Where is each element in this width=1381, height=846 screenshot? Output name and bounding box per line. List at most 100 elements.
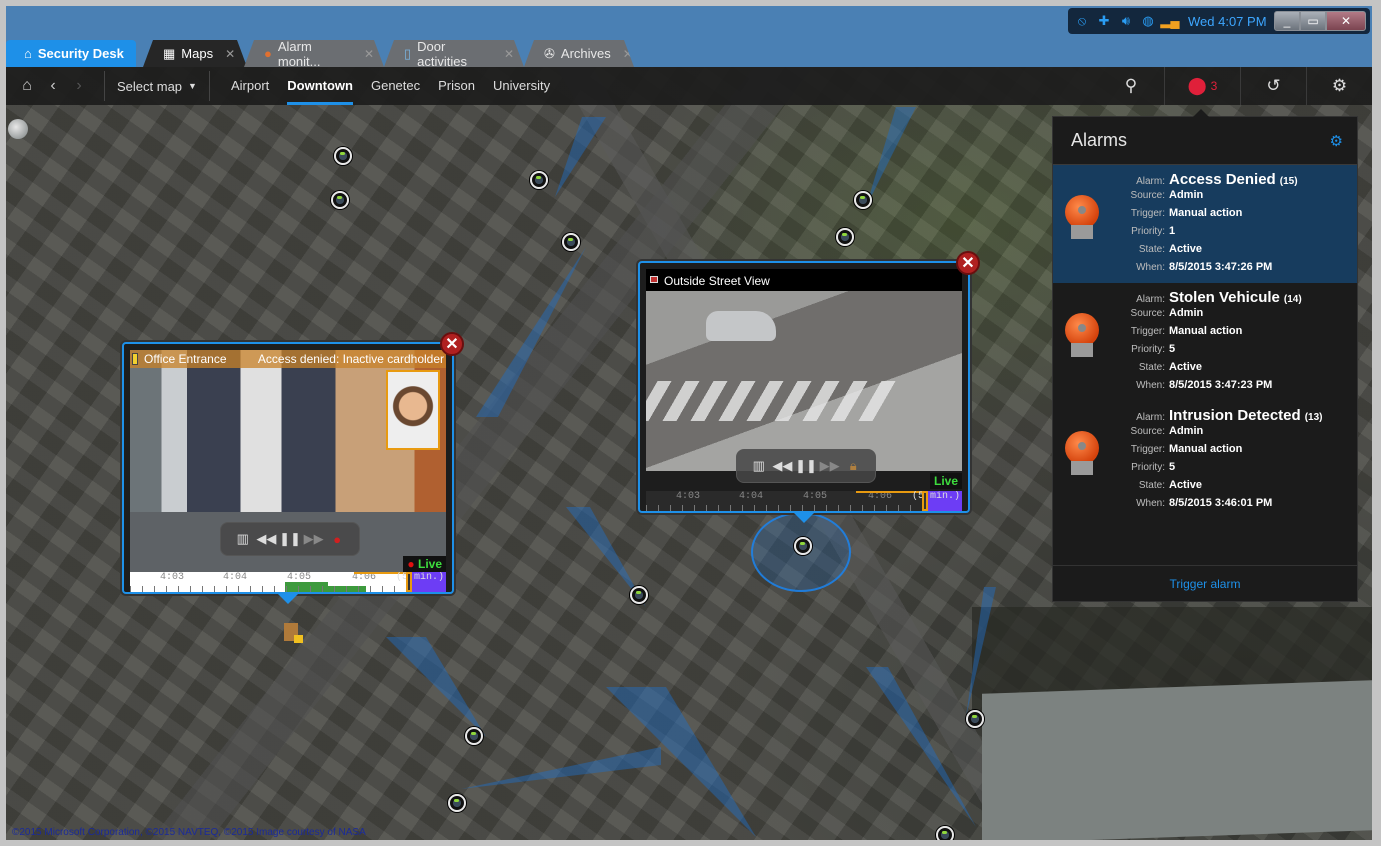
map-tab-prison[interactable]: Prison <box>438 67 475 105</box>
close-tile-button[interactable]: ✕ <box>956 251 980 275</box>
alarm-when: 8/5/2015 3:47:23 PM <box>1169 379 1273 391</box>
alarm-when: 8/5/2015 3:47:26 PM <box>1169 261 1273 273</box>
film-icon[interactable]: ▥ <box>748 458 770 474</box>
tab-security-desk[interactable]: ⌂ Security Desk <box>6 40 136 67</box>
tab-archives[interactable]: ✇ Archives ✕ <box>524 40 634 67</box>
close-tab-icon[interactable]: ✕ <box>504 47 514 61</box>
camera-icon[interactable] <box>836 228 854 246</box>
field-label: State: <box>1138 480 1165 491</box>
select-map-label: Select map <box>117 78 183 94</box>
map-tab-downtown[interactable]: Downtown <box>287 67 353 105</box>
camera-icon[interactable] <box>794 537 812 555</box>
close-tab-icon[interactable]: ✕ <box>364 47 374 61</box>
camera-icon[interactable] <box>334 147 352 165</box>
history-button[interactable]: ↺ <box>1240 67 1306 105</box>
camera-icon[interactable] <box>854 191 872 209</box>
timeline-cursor[interactable] <box>922 491 928 511</box>
settings-button[interactable]: ⚙ <box>1306 67 1372 105</box>
video-tile-outside-street-view[interactable]: Outside Street View ▥ ◀◀ ❚❚ ▶▶ 🔒︎ Live 4… <box>638 251 980 523</box>
alarm-state: Active <box>1169 243 1203 255</box>
trigger-alarm-link[interactable]: Trigger alarm <box>1053 565 1357 601</box>
live-indicator: ● Live <box>403 556 446 572</box>
alarm-source: Admin <box>1169 425 1204 437</box>
rewind-icon[interactable]: ◀◀ <box>255 531 277 547</box>
alarm-item[interactable]: Alarm: Stolen Vehicule (14) Source: Admin T… <box>1053 283 1357 401</box>
timeline-label: 4:05 <box>803 491 828 502</box>
camera-icon[interactable] <box>448 794 466 812</box>
alarms-settings-gear-icon[interactable]: ⚙ <box>1330 132 1343 150</box>
fast-forward-icon[interactable]: ▶▶ <box>819 458 841 474</box>
camera-icon[interactable] <box>966 710 984 728</box>
minimize-button[interactable]: _ <box>1274 11 1300 31</box>
pause-icon[interactable]: ❚❚ <box>795 458 817 474</box>
home-icon[interactable]: ⌂ <box>14 77 40 95</box>
timeline-label: 4:03 <box>676 491 701 502</box>
timeline-label: (5 min.) <box>911 491 960 502</box>
camera-icon[interactable] <box>331 191 349 209</box>
back-icon[interactable]: ‹ <box>40 77 66 95</box>
close-window-button[interactable]: ✕ <box>1326 11 1366 31</box>
close-tab-icon[interactable]: ✕ <box>623 47 633 61</box>
network-blocked-icon[interactable]: ⦸ <box>1074 13 1090 29</box>
pause-icon[interactable]: ❚❚ <box>279 531 301 547</box>
tile-pointer <box>792 511 816 523</box>
field-label: Alarm: <box>1136 412 1165 423</box>
timeline-cursor[interactable] <box>406 572 412 592</box>
tab-label: Archives <box>560 46 611 61</box>
camera-fov <box>461 747 661 789</box>
alarm-source: Admin <box>1169 189 1204 201</box>
search-button[interactable]: ⚲ <box>1098 67 1164 105</box>
separator <box>208 71 210 101</box>
globe-icon[interactable]: ◍ <box>1140 13 1156 29</box>
speaker-icon[interactable]: 🔊︎ <box>1118 13 1134 29</box>
system-tray: ⦸ ✚ 🔊︎ ◍ ▂▄ Wed 4:07 PM _ ▭ ✕ <box>1068 8 1370 34</box>
tab-alarm-monitoring[interactable]: ● Alarm monit... ✕ <box>244 40 384 67</box>
timeline[interactable]: 4:03 4:04 4:05 4:06 (5 min.) <box>130 572 446 592</box>
camera-icon[interactable] <box>562 233 580 251</box>
camera-fov <box>866 107 916 207</box>
map-tab-genetec[interactable]: Genetec <box>371 67 420 105</box>
tab-label: Maps <box>181 46 214 61</box>
camera-icon[interactable] <box>465 727 483 745</box>
map-tab-university[interactable]: University <box>493 67 550 105</box>
lock-icon[interactable]: 🔒︎ <box>842 458 864 474</box>
video-tile-office-entrance[interactable]: Office Entrance Access denied: Inactive … <box>122 332 464 604</box>
pier-area <box>982 680 1372 840</box>
camera-fov <box>866 667 976 827</box>
camera-icon[interactable] <box>530 171 548 189</box>
field-label: Alarm: <box>1136 176 1165 187</box>
timeline[interactable]: 4:03 4:04 4:05 4:06 (5 min.) <box>646 491 962 511</box>
window-controls: _ ▭ ✕ <box>1274 11 1366 31</box>
select-map-dropdown[interactable]: Select map ▼ <box>117 79 197 94</box>
tab-door-activities[interactable]: ▯ Door activities ✕ <box>384 40 524 67</box>
plus-shield-icon[interactable]: ✚ <box>1096 13 1112 29</box>
fast-forward-icon[interactable]: ▶▶ <box>303 531 325 547</box>
camera-fov <box>555 117 606 197</box>
tab-maps[interactable]: ▦ Maps ✕ <box>143 40 247 67</box>
maximize-button[interactable]: ▭ <box>1300 11 1326 31</box>
map-tab-airport[interactable]: Airport <box>231 67 269 105</box>
close-tab-icon[interactable]: ✕ <box>225 47 235 61</box>
alarm-item[interactable]: Alarm: Intrusion Detected (13) Source: Admi… <box>1053 401 1357 519</box>
close-tile-button[interactable]: ✕ <box>440 332 464 356</box>
alarm-trigger: Manual action <box>1169 207 1243 219</box>
clock[interactable]: Wed 4:07 PM <box>1188 14 1267 29</box>
alarms-header: Alarms ⚙ <box>1053 117 1357 165</box>
task-tabs: ⌂ Security Desk ▦ Maps ✕ ● Alarm monit..… <box>6 40 1372 67</box>
record-lock-icon[interactable]: ● <box>326 532 348 547</box>
alarms-button[interactable]: ⬤ 3 <box>1164 67 1240 105</box>
alarm-item[interactable]: Alarm: Access Denied (15) Source: Admin Tri… <box>1053 165 1357 283</box>
lock-icon <box>294 635 303 643</box>
alarm-monitoring-icon: ● <box>264 46 272 61</box>
forward-icon[interactable]: › <box>66 77 92 95</box>
alarm-priority: 1 <box>1169 225 1176 237</box>
alarm-count: (13) <box>1304 412 1323 423</box>
camera-icon[interactable] <box>936 826 954 840</box>
map-toolbar: ⌂ ‹ › Select map ▼ Airport Downtown Gene… <box>6 67 1372 105</box>
signal-bars-icon[interactable]: ▂▄ <box>1160 13 1179 29</box>
field-label: Alarm: <box>1136 294 1165 305</box>
rewind-icon[interactable]: ◀◀ <box>771 458 793 474</box>
camera-icon[interactable] <box>630 586 648 604</box>
film-icon[interactable]: ▥ <box>232 531 254 547</box>
alarm-priority: 5 <box>1169 461 1176 473</box>
